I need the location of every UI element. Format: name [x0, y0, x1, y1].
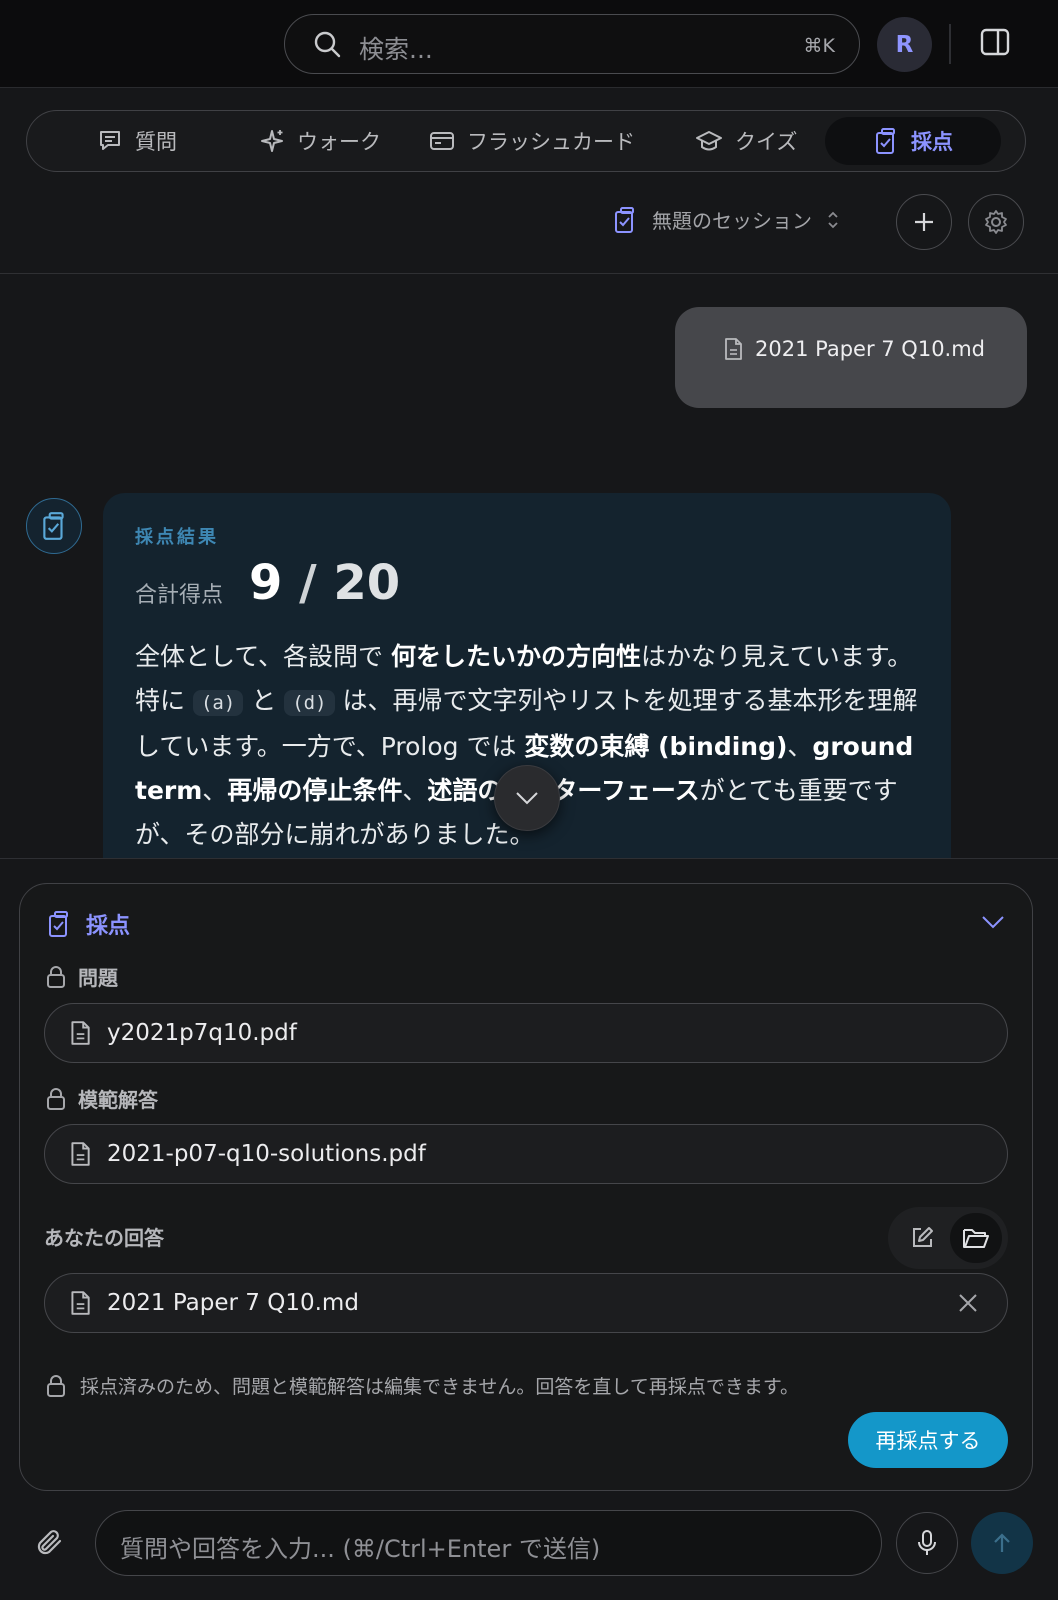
- tab-label: 質問: [135, 130, 177, 154]
- search-placeholder: 検索...: [359, 35, 433, 64]
- lock-note: 採点済みのため、問題と模範解答は編集できません。回答を直して再採点できます。: [46, 1372, 799, 1399]
- inline-code: (d): [284, 690, 335, 716]
- chevron-down-icon: [514, 790, 540, 806]
- total-score: 9 / 20: [249, 555, 400, 611]
- sidebar-toggle-icon[interactable]: [980, 27, 1010, 57]
- score-max: 20: [333, 555, 401, 611]
- file-icon: [69, 1141, 91, 1167]
- plus-icon: [912, 210, 936, 234]
- divider: [949, 24, 951, 64]
- message-input-placeholder: 質問や回答を入力... (⌘/Ctrl+Enter で送信): [120, 1535, 601, 1563]
- lock-icon: [46, 1374, 66, 1398]
- summary-bold: 変数の束縛 (binding): [524, 732, 788, 761]
- chevron-up-down-icon: [826, 209, 840, 231]
- folder-open-icon: [962, 1226, 990, 1250]
- clipboard-check-icon: [873, 127, 899, 155]
- problem-label: 問題: [46, 962, 118, 991]
- solution-file-name: 2021-p07-q10-solutions.pdf: [107, 1141, 426, 1167]
- score-separator: /: [299, 555, 317, 611]
- collapse-chevron-icon[interactable]: [980, 914, 1006, 930]
- file-icon: [69, 1020, 91, 1046]
- answer-label: あなたの回答: [44, 1226, 164, 1250]
- summary-text: と: [243, 686, 285, 715]
- tab-walk[interactable]: ウォーク: [241, 117, 399, 165]
- arrow-up-icon: [991, 1531, 1013, 1555]
- tab-label: ウォーク: [297, 130, 381, 154]
- summary-bold: 述語のインターフェース: [427, 776, 700, 805]
- tab-grading[interactable]: 採点: [825, 117, 1001, 165]
- send-button[interactable]: [971, 1512, 1033, 1574]
- grading-panel-header[interactable]: 採点: [46, 908, 130, 940]
- tab-quiz[interactable]: クイズ: [677, 117, 815, 165]
- problem-file-field: y2021p7q10.pdf: [44, 1003, 1008, 1063]
- clipboard-check-icon: [46, 910, 72, 938]
- grading-panel-title: 採点: [86, 914, 131, 939]
- answer-tools: [888, 1207, 1008, 1269]
- scroll-to-bottom-button[interactable]: [494, 765, 560, 831]
- edit-icon: [909, 1225, 935, 1251]
- graduation-cap-icon: [695, 128, 723, 154]
- tab-label: フラッシュカード: [467, 130, 635, 154]
- lock-note-text: 採点済みのため、問題と模範解答は編集できません。回答を直して再採点できます。: [80, 1376, 799, 1398]
- problem-label-text: 問題: [78, 966, 118, 990]
- search-icon: [313, 30, 341, 58]
- solution-label-text: 模範解答: [78, 1088, 158, 1112]
- message-input[interactable]: 質問や回答を入力... (⌘/Ctrl+Enter で送信): [95, 1510, 882, 1576]
- message-square-icon: [97, 128, 123, 154]
- header-divider: [0, 273, 1058, 274]
- remove-answer-icon[interactable]: [957, 1292, 979, 1314]
- session-selector[interactable]: 無題のセッション: [612, 205, 840, 234]
- voice-input-button[interactable]: [896, 1512, 958, 1574]
- solution-file-field: 2021-p07-q10-solutions.pdf: [44, 1124, 1008, 1184]
- attachment-chip[interactable]: 2021 Paper 7 Q10.md: [723, 337, 985, 361]
- attachment-name: 2021 Paper 7 Q10.md: [755, 337, 986, 361]
- grading-result-heading: 採点結果: [135, 527, 219, 548]
- user-message-bubble: 2021 Paper 7 Q10.md: [675, 307, 1027, 408]
- clipboard-check-icon: [612, 206, 638, 234]
- tab-flashcards[interactable]: フラッシュカード: [411, 117, 653, 165]
- paperclip-icon[interactable]: [34, 1526, 66, 1560]
- user-avatar[interactable]: R: [877, 17, 932, 72]
- lock-icon: [46, 1087, 66, 1111]
- regrade-button[interactable]: 再採点する: [848, 1412, 1008, 1468]
- lock-icon: [46, 965, 66, 989]
- inline-code: (a): [192, 690, 244, 716]
- select-file-button[interactable]: [950, 1213, 1002, 1263]
- grading-panel: 採点 問題 y2021p7q10.pdf 模範解答 2021-p07-q10-s…: [19, 883, 1033, 1491]
- settings-button[interactable]: [968, 194, 1024, 250]
- summary-text: 、: [402, 776, 428, 805]
- score-value: 9: [249, 555, 283, 611]
- file-icon: [69, 1290, 91, 1316]
- grading-assistant-avatar: [26, 498, 82, 554]
- card-icon: [429, 128, 455, 154]
- solution-label: 模範解答: [46, 1084, 158, 1113]
- clipboard-check-icon: [40, 511, 68, 541]
- tab-label: 採点: [911, 130, 953, 154]
- sparkles-icon: [259, 128, 285, 154]
- file-icon: [723, 337, 743, 361]
- microphone-icon: [916, 1529, 938, 1557]
- mode-tabs: 質問 ウォーク フラッシュカード クイズ 採点: [26, 110, 1026, 172]
- new-session-button[interactable]: [896, 194, 952, 250]
- answer-file-name: 2021 Paper 7 Q10.md: [107, 1290, 359, 1316]
- session-title: 無題のセッション: [652, 209, 812, 233]
- answer-file-field: 2021 Paper 7 Q10.md: [44, 1273, 1008, 1333]
- search-shortcut: ⌘K: [803, 35, 835, 57]
- tab-label: クイズ: [735, 130, 798, 154]
- search-bar[interactable]: 検索... ⌘K: [284, 14, 860, 74]
- total-score-label: 合計得点: [135, 583, 224, 608]
- top-bar: 検索... ⌘K R: [0, 0, 1058, 88]
- summary-text: 、: [202, 776, 228, 805]
- summary-text: 、: [787, 732, 813, 761]
- edit-answer-button[interactable]: [896, 1213, 948, 1263]
- summary-bold: 再帰の停止条件: [227, 776, 403, 805]
- tab-question[interactable]: 質問: [79, 117, 195, 165]
- gear-icon: [983, 209, 1009, 235]
- summary-bold: 何をしたいかの方向性: [390, 642, 641, 671]
- problem-file-name: y2021p7q10.pdf: [107, 1020, 297, 1046]
- summary-text: 全体として、各設問で: [135, 642, 391, 671]
